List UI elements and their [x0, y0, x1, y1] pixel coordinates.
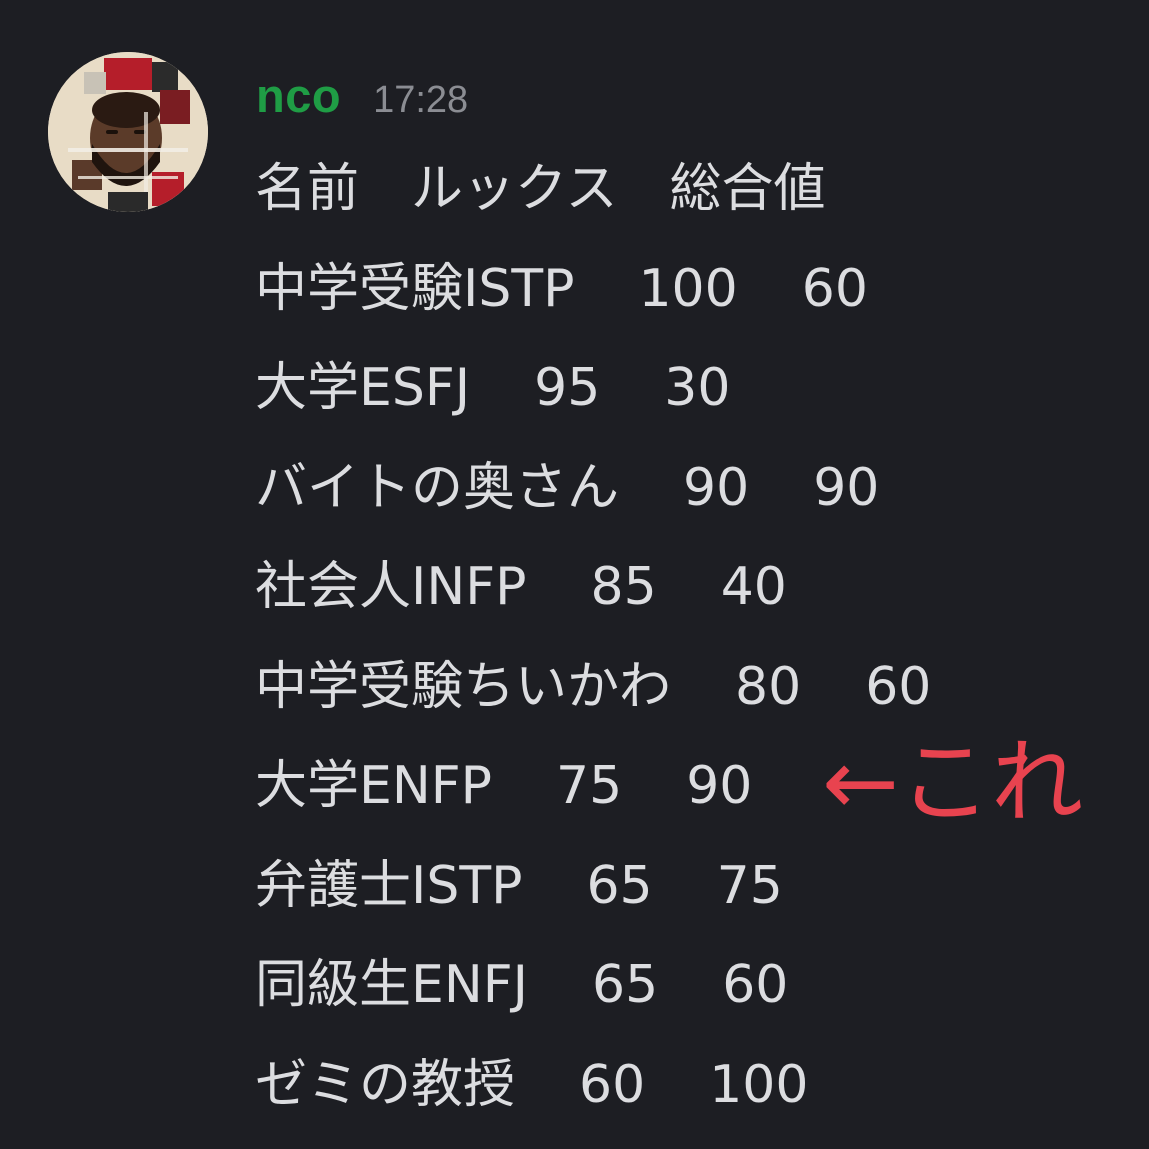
row-looks: 80	[735, 656, 802, 717]
row-name: ゼミの教授	[255, 1054, 516, 1115]
list-item: バイトの奥さん 90 90	[255, 439, 931, 539]
table-header-line: 名前 ルックス 総合値	[255, 159, 826, 219]
row-looks: 65	[592, 955, 659, 1015]
row-total: 40	[720, 557, 787, 617]
row-name: 弁護士ISTP	[255, 855, 523, 916]
list-item: 社会人INFP 85 40	[255, 538, 931, 638]
row-name: バイトの奥さん	[255, 457, 620, 518]
timestamp: 17:28	[373, 79, 469, 121]
row-looks: 75	[556, 756, 623, 816]
row-total: 60	[801, 258, 868, 319]
row-looks: 95	[534, 358, 601, 418]
row-total: 100	[709, 1054, 809, 1115]
user-avatar[interactable]	[48, 52, 208, 212]
row-total: 75	[716, 855, 783, 916]
message-body: 名前 ルックス 総合値 中学受験ISTP 100 60 大学ESFJ 95 30 バイト…	[255, 140, 931, 1135]
row-total: 60	[722, 955, 789, 1015]
avatar-image	[48, 52, 208, 212]
arrow-annotation: ←これ	[822, 729, 1084, 836]
row-name: 同級生ENFJ	[255, 955, 529, 1015]
username[interactable]: nco	[256, 68, 341, 123]
row-looks: 85	[590, 557, 657, 617]
row-looks: 90	[683, 457, 750, 518]
row-looks: 65	[586, 855, 653, 916]
message-header: nco 17:28	[256, 68, 468, 132]
row-looks: 100	[638, 258, 738, 319]
chat-message: nco 17:28 名前 ルックス 総合値 中学受験ISTP 100 60 大学ES…	[0, 0, 1149, 1149]
row-name: 大学ENFP	[255, 756, 493, 816]
list-item: ゼミの教授 60 100	[255, 1036, 931, 1136]
list-item: 弁護士ISTP 65 75	[255, 837, 931, 937]
row-name: 中学受験ISTP	[255, 258, 575, 319]
row-total: 90	[813, 457, 880, 518]
list-item: 同級生ENFJ 65 60	[255, 936, 931, 1036]
row-total: 30	[664, 358, 731, 418]
row-name: 社会人INFP	[255, 557, 527, 617]
row-name: 大学ESFJ	[255, 358, 471, 418]
list-item: 大学ESFJ 95 30	[255, 339, 931, 439]
row-total: 90	[686, 756, 753, 816]
list-item: 中学受験ISTP 100 60	[255, 240, 931, 340]
row-looks: 60	[579, 1054, 646, 1115]
row-name: 中学受験ちいかわ	[255, 656, 672, 717]
